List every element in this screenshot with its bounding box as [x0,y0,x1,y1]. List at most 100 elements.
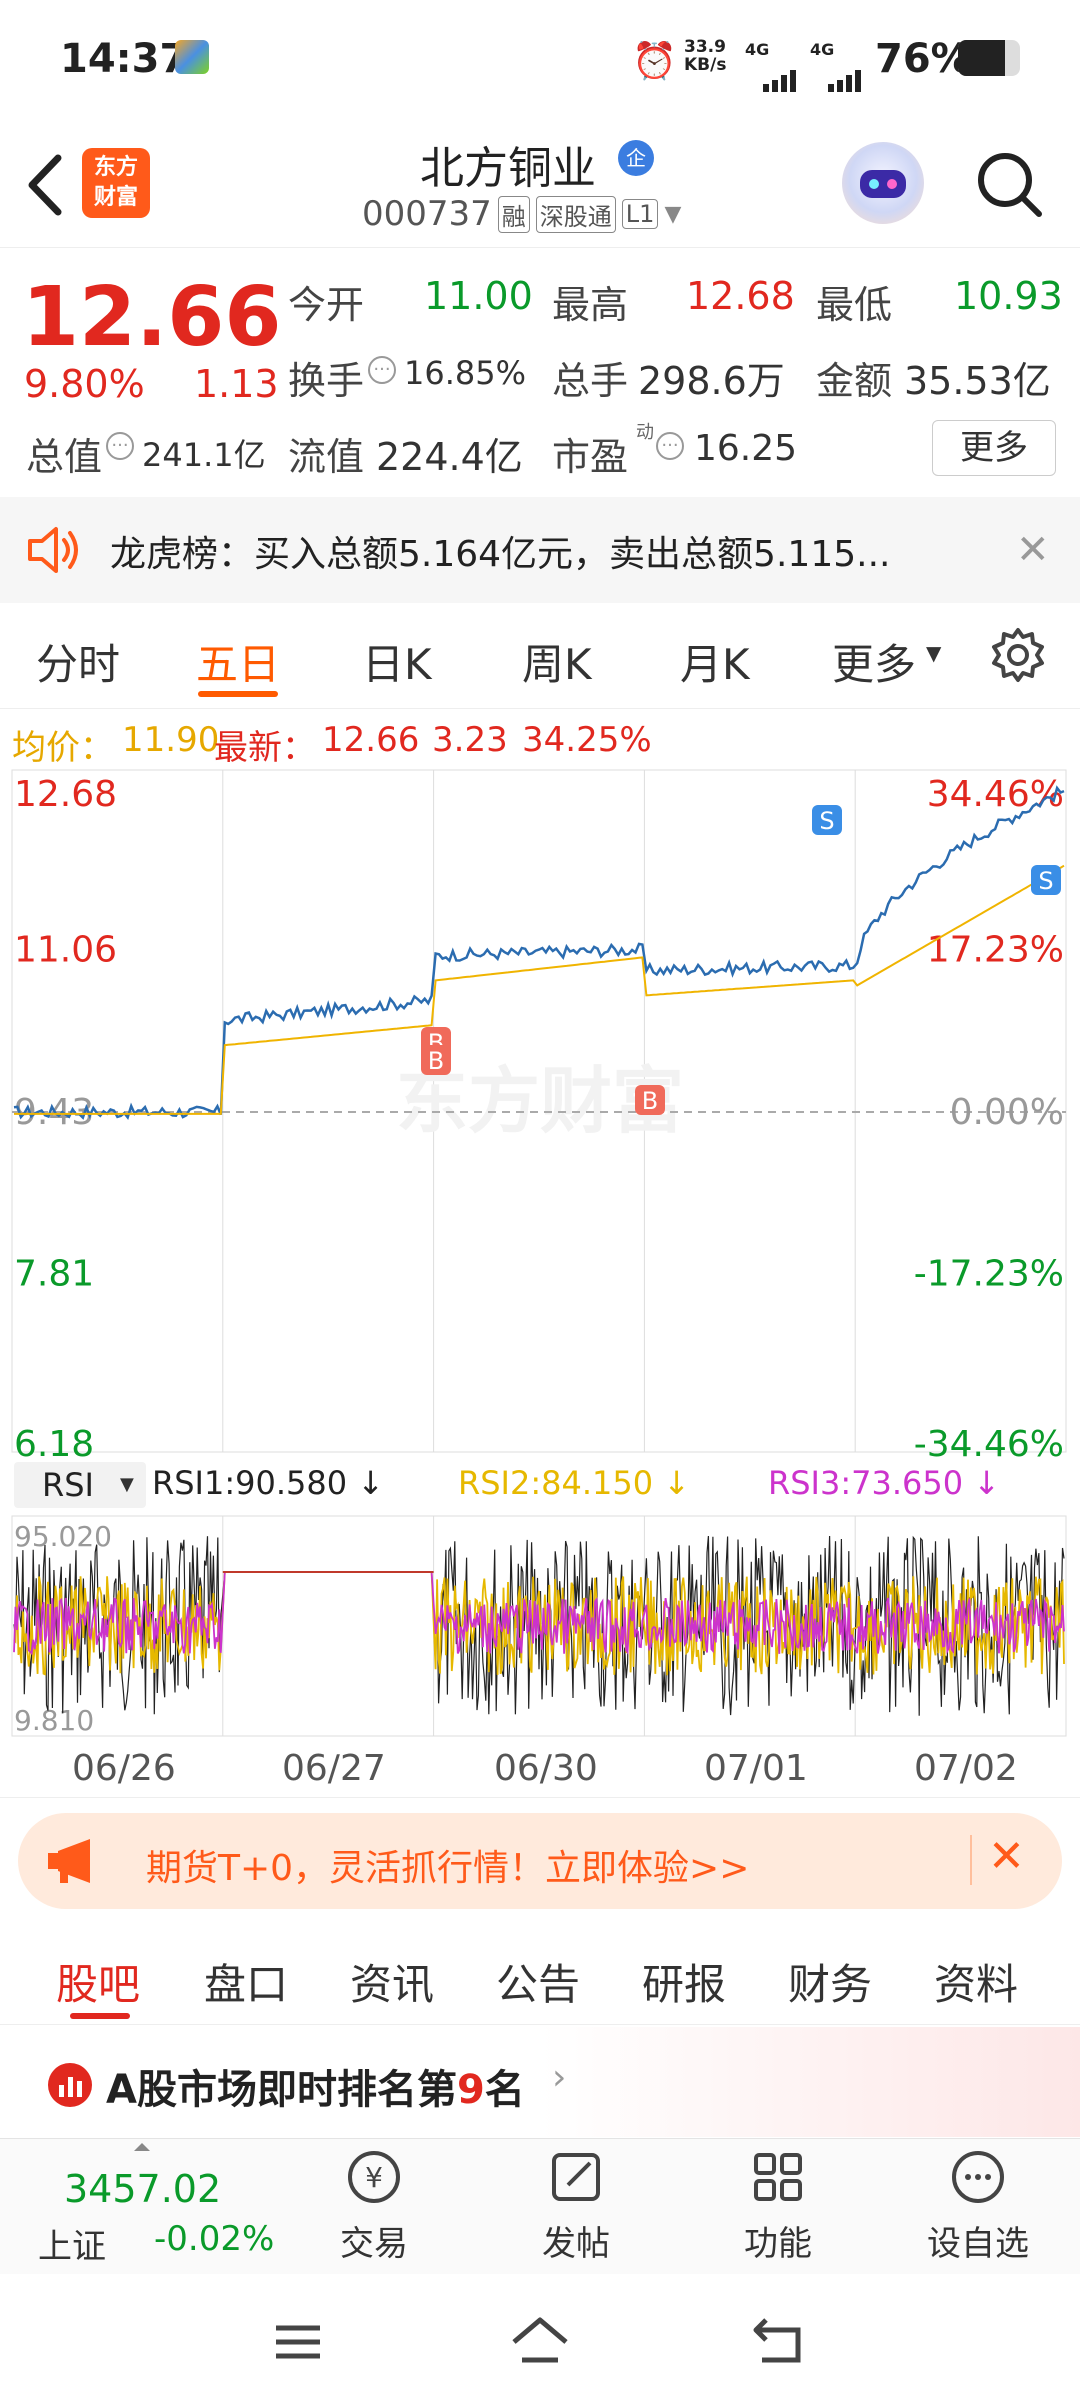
float-cap-value: 224.4亿 [376,435,523,479]
y-tick-right: 17.23% [927,929,1064,970]
rsi-select-label: RSI [42,1466,94,1504]
tab-daily-k[interactable]: 日K [362,631,432,692]
ad-divider [970,1835,972,1885]
high-value: 12.68 [686,274,795,318]
nav-trade[interactable]: ¥ 交易 [314,2147,434,2265]
gear-icon[interactable] [988,625,1048,685]
level-tag: L1 [621,199,659,229]
close-icon[interactable]: ✕ [1016,527,1050,573]
info-icon[interactable]: ··· [106,432,134,460]
net-speed: 33.9 KB/s [684,37,727,75]
date-label: 07/02 [914,1748,1018,1789]
nav-watchlist[interactable]: 设自选 [918,2147,1038,2265]
index-percent: -0.02% [154,2219,275,2259]
float-cap-label: 流值 [288,435,365,479]
chart-tabs: 分时 五日 日K 周K 月K 更多 ▼ [0,603,1080,709]
back-icon[interactable] [20,150,70,220]
system-nav-bar [0,2274,1080,2400]
app-logo[interactable]: 东方 财富 [82,148,150,218]
tab-profile[interactable]: 资料 [934,1951,1018,2012]
trade-marker-label: B [428,1047,444,1075]
chevron-down-icon: ▼ [664,201,682,227]
stock-header: 东方 财富 北方铜业 企 000737 融 深股通 L1 ▼ [0,120,1080,248]
ad-text: 期货T+0，灵活抓行情！立即体验>> [146,1848,750,1889]
y-tick-right: -17.23% [914,1253,1064,1294]
date-label: 07/01 [704,1748,808,1789]
more-button[interactable]: 更多 [932,420,1056,476]
content-tabs: 股吧 盘口 资讯 公告 研报 财务 资料 [0,1925,1080,2025]
info-icon[interactable]: ··· [368,356,396,384]
tab-indicator [198,691,278,697]
nav-trade-label: 交易 [340,2224,408,2264]
dragon-tiger-notice[interactable]: 龙虎榜：买入总额5.164亿元，卖出总额5.115... ✕ [0,497,1080,603]
stock-name: 北方铜业 [420,143,596,194]
nav-function-label: 功能 [744,2224,812,2264]
futures-ad-banner[interactable]: 期货T+0，灵活抓行情！立即体验>> ✕ [18,1813,1062,1909]
tab-announcement[interactable]: 公告 [496,1951,580,2012]
current-price: 12.66 [22,270,282,365]
index-value[interactable]: 3457.02 [64,2167,221,2211]
tab-monthly-k[interactable]: 月K [680,631,750,692]
rsi-selector[interactable]: RSI ▼ [14,1462,146,1508]
close-icon[interactable]: ✕ [988,1831,1025,1882]
trade-marker-label: B [642,1087,658,1115]
notice-text: 龙虎榜：买入总额5.164亿元，卖出总额5.115... [110,534,891,575]
price-change: 1.13 [194,362,279,406]
nav-post[interactable]: 发帖 [516,2147,636,2265]
robot-assistant-icon[interactable] [842,142,924,224]
tab-intraday[interactable]: 分时 [36,631,120,692]
tab-indicator [70,2013,130,2019]
tab-weekly-k[interactable]: 周K [522,631,592,692]
info-icon[interactable]: ··· [656,432,684,460]
low-value: 10.93 [954,274,1063,318]
more-circle-icon [952,2151,1004,2203]
stock-code-row[interactable]: 000737 融 深股通 L1 ▼ [362,194,681,234]
market-cap-label: 总值 [26,435,103,479]
chevron-down-icon: ▼ [120,1474,134,1495]
tab-more[interactable]: 更多 [832,631,916,692]
date-label: 06/26 [72,1748,176,1789]
tab-pankou[interactable]: 盘口 [204,1951,288,2012]
open-value: 11.00 [424,274,533,318]
amount-label: 金额 [816,359,893,403]
price-chart[interactable]: 东方财富12.68 34.46%11.06 17.23%9.43 0.00%7.81-… [0,766,1080,1462]
avg-value: 11.90 [122,720,220,760]
volume-value: 298.6万 [638,359,785,403]
quote-panel: 12.66 9.80% 1.13 今开 11.00 最高 12.68 最低 10… [0,250,1080,496]
rank-chart-icon [48,2063,92,2107]
rsi-bottom-label: 9.810 [14,1704,94,1737]
open-label: 今开 [288,283,365,327]
rsi-chart[interactable]: 95.0209.810 [0,1512,1080,1740]
menu-icon[interactable] [272,2322,324,2362]
grid-icon [754,2153,802,2201]
enterprise-badge-icon: 企 [618,140,654,176]
tab-guba[interactable]: 股吧 [56,1951,140,2012]
back-nav-icon[interactable] [752,2316,808,2364]
expand-arrow-icon[interactable] [134,2143,150,2151]
home-icon[interactable] [508,2314,572,2366]
tab-five-day[interactable]: 五日 [196,631,280,692]
margin-tag: 融 [497,195,530,233]
y-tick-right: 34.46% [927,774,1064,815]
latest-label: 最新： [214,728,316,768]
market-rank-row[interactable]: A股市场即时排名第9名 › [0,2027,1080,2137]
nav-watchlist-label: 设自选 [927,2224,1029,2264]
latest-percent: 34.25% [522,720,652,760]
chevron-down-icon[interactable]: ▼ [926,641,941,665]
status-time: 14:37 [60,36,188,82]
tab-finance[interactable]: 财务 [788,1951,872,2012]
signal-icon-1 [745,56,801,92]
search-icon[interactable] [975,150,1045,220]
tab-news[interactable]: 资讯 [350,1951,434,2012]
volume-label: 总手 [552,359,629,403]
speaker-icon [26,525,82,575]
nav-function[interactable]: 功能 [718,2147,838,2265]
pe-dynamic-sup: 动 [636,422,654,443]
latest-change: 3.23 [432,720,508,760]
trade-marker-label: S [1038,867,1053,895]
y-tick-left: 7.81 [14,1253,94,1294]
date-label: 06/27 [282,1748,386,1789]
connect-tag: 深股通 [535,195,616,233]
turnover-label: 换手 [288,359,365,403]
tab-research[interactable]: 研报 [642,1951,726,2012]
